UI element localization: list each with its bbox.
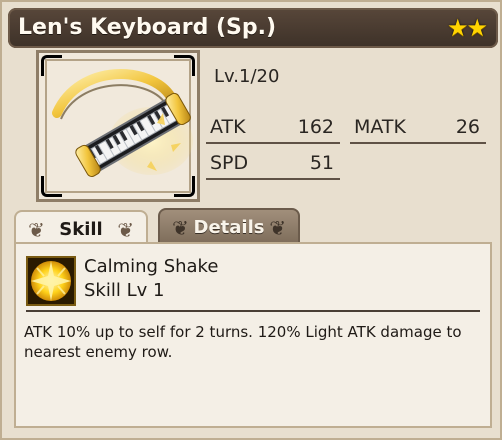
- item-name: Len's Keyboard (Sp.): [18, 15, 277, 40]
- light-burst-skill-icon: [26, 256, 76, 306]
- keyboard-weapon-icon: [52, 69, 193, 177]
- skill-content: Calming Shake Skill Lv 1 ATK 10% up to s…: [14, 242, 492, 428]
- level-text: Lv.1/20: [214, 66, 280, 87]
- stat-value: 26: [455, 116, 480, 138]
- skill-divider: [26, 310, 480, 312]
- stat-matk: MATK 26: [350, 114, 486, 144]
- rarity-stars: ★★: [446, 14, 488, 42]
- stat-label: MATK: [354, 116, 406, 138]
- item-icon-frame: [36, 50, 200, 202]
- stat-underline: [206, 142, 340, 144]
- stat-value: 162: [297, 116, 334, 138]
- title-bar: Len's Keyboard (Sp.) ★★: [8, 8, 498, 48]
- stat-label: SPD: [210, 152, 249, 174]
- tab-ornament-icon: ❦: [117, 218, 134, 242]
- skill-name: Calming Shake: [84, 256, 219, 277]
- tab-skill[interactable]: ❦ Skill ❦: [14, 210, 148, 246]
- skill-level: Skill Lv 1: [84, 280, 165, 301]
- stat-spd: SPD 51: [206, 150, 340, 180]
- stat-underline: [206, 178, 340, 180]
- tab-details[interactable]: ❦ Details ❦: [158, 208, 300, 244]
- stat-underline: [350, 142, 486, 144]
- skill-description: ATK 10% up to self for 2 turns. 120% Lig…: [24, 323, 462, 361]
- stat-value: 51: [309, 152, 334, 174]
- stat-label: ATK: [210, 116, 246, 138]
- item-detail-panel: Len's Keyboard (Sp.) ★★ Lv.1/20 ATK 162 …: [0, 0, 502, 440]
- tab-ornament-icon: ❦: [269, 216, 286, 240]
- stat-atk: ATK 162: [206, 114, 340, 144]
